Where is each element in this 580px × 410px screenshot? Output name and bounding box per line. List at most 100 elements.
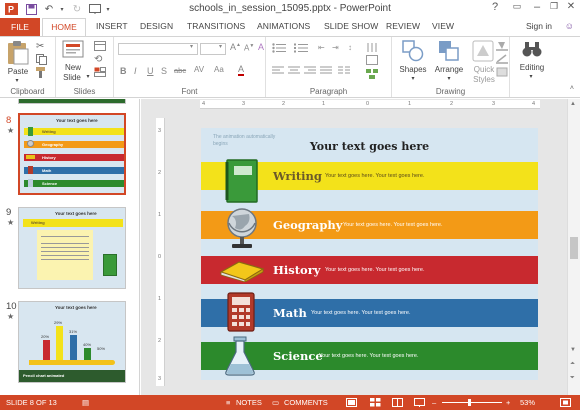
collapse-ribbon-icon[interactable]: ˄ (570, 85, 574, 92)
vertical-scrollbar[interactable]: ▲ ▼ ⏶ ⏷ (567, 99, 580, 395)
paste-button[interactable]: Paste (4, 67, 32, 76)
scroll-down-arrow-icon[interactable]: ▼ (570, 347, 576, 353)
shapes-button[interactable]: Shapes (396, 65, 430, 74)
fit-slide-icon[interactable] (560, 398, 571, 409)
ribbon-display-icon[interactable]: ▭ (506, 1, 528, 17)
arrange-button[interactable]: Arrange (430, 65, 468, 74)
reset-icon[interactable]: ⟲ (94, 54, 102, 65)
slide-thumbnail[interactable]: Your text goes here 20% 29% 31% 40% 50% … (18, 301, 126, 383)
paste-dropdown-icon[interactable]: ▾ (12, 77, 22, 84)
comments-icon[interactable]: ▭ (272, 398, 279, 407)
section-icon[interactable] (94, 67, 106, 79)
band-label: Science (273, 349, 323, 363)
shapes-dropdown-icon[interactable]: ▾ (408, 75, 418, 82)
cut-icon[interactable]: ✂ (36, 41, 44, 52)
quick-styles-icon[interactable] (472, 40, 494, 64)
tab-home[interactable]: HOME (42, 18, 86, 36)
reading-view-icon[interactable] (392, 398, 403, 409)
zoom-slider[interactable] (442, 402, 502, 403)
tab-slide-show[interactable]: SLIDE SHOW (324, 21, 378, 31)
justify-icon[interactable] (320, 66, 332, 77)
change-case-button[interactable]: Aa (214, 65, 224, 74)
previous-slide-icon[interactable]: ⏶ (570, 361, 575, 368)
text-direction-icon[interactable] (366, 41, 378, 55)
zoom-slider-thumb[interactable] (468, 399, 471, 406)
arrange-dropdown-icon[interactable]: ▾ (444, 75, 454, 82)
notes-icon[interactable]: ≡ (226, 398, 230, 407)
strikethrough-button[interactable]: abc (174, 66, 186, 75)
notes-button[interactable]: NOTES (236, 398, 262, 407)
layout-icon[interactable] (94, 41, 106, 53)
new-slide-button[interactable]: New (60, 63, 86, 72)
tab-animations[interactable]: ANIMATIONS (257, 21, 310, 31)
sign-in-link[interactable]: Sign in (526, 21, 552, 31)
thumbnail-band: Writing (24, 128, 124, 135)
slide-show-icon[interactable] (414, 398, 425, 409)
font-name-dropdown-icon[interactable]: ▾ (190, 43, 193, 50)
italic-button[interactable]: I (134, 66, 137, 76)
align-right-icon[interactable] (304, 66, 316, 77)
shape-fill-icon[interactable] (496, 41, 508, 53)
font-color-button[interactable]: A (238, 65, 245, 76)
help-icon[interactable]: ? (484, 1, 506, 17)
increase-font-size-icon[interactable]: A▲ (230, 42, 241, 52)
scroll-up-arrow-icon[interactable]: ▲ (570, 101, 576, 107)
slide-sorter-icon[interactable] (370, 398, 381, 409)
font-size-dropdown-icon[interactable]: ▾ (219, 43, 222, 50)
font-size-input[interactable] (200, 43, 226, 55)
close-button[interactable]: ✕ (560, 1, 580, 17)
font-name-input[interactable] (118, 43, 198, 55)
slide-canvas[interactable]: The animation automatically begins Your … (201, 128, 538, 380)
tab-design[interactable]: DESIGN (140, 21, 173, 31)
new-slide-dropdown-icon[interactable]: ▾ (84, 73, 92, 80)
tab-view[interactable]: VIEW (432, 21, 454, 31)
tab-file[interactable]: FILE (0, 18, 40, 36)
format-painter-icon[interactable] (36, 67, 47, 80)
line-spacing-icon[interactable]: ↕ (348, 43, 352, 52)
clear-formatting-icon[interactable]: A (258, 42, 264, 52)
vertical-ruler[interactable]: 3 2 1 0 1 2 3 (156, 118, 165, 386)
zoom-in-button[interactable]: + (506, 398, 510, 407)
paste-icon[interactable] (6, 40, 30, 68)
increase-indent-icon[interactable]: ⇥ (332, 43, 339, 52)
character-spacing-button[interactable]: AV (194, 65, 204, 74)
numbering-icon[interactable] (294, 43, 308, 55)
slide-thumbnail[interactable]: Your text goes here Writing (18, 207, 126, 289)
smartart-icon[interactable] (366, 69, 378, 81)
copy-icon[interactable] (36, 54, 47, 67)
previous-slide-thumbnail[interactable] (18, 99, 126, 104)
tab-transitions[interactable]: TRANSITIONS (187, 21, 245, 31)
shape-effects-icon[interactable] (496, 67, 508, 79)
decrease-font-size-icon[interactable]: A▼ (244, 43, 254, 53)
align-text-icon[interactable] (366, 55, 378, 67)
slide-thumbnail[interactable]: Your text goes here Writing Geography Hi… (18, 113, 126, 195)
new-slide-icon[interactable] (62, 40, 84, 62)
spell-check-icon[interactable]: ▤ (82, 398, 89, 407)
tab-insert[interactable]: INSERT (96, 21, 128, 31)
columns-icon[interactable] (338, 66, 350, 77)
decrease-indent-icon[interactable]: ⇤ (318, 43, 325, 52)
new-slide-button-label[interactable]: Slide (58, 73, 86, 82)
horizontal-ruler[interactable]: 4 3 2 1 0 1 2 3 4 (200, 100, 540, 109)
align-left-icon[interactable] (272, 66, 284, 77)
slide-title[interactable]: Your text goes here (201, 140, 538, 153)
next-slide-icon[interactable]: ⏷ (570, 375, 575, 382)
align-center-icon[interactable] (288, 66, 300, 77)
scrollbar-thumb[interactable] (570, 237, 578, 259)
editing-button[interactable]: Editing (512, 63, 552, 72)
shapes-icon[interactable] (402, 40, 424, 64)
bold-button[interactable]: B (120, 66, 127, 76)
smiley-feedback-icon[interactable]: ☺ (565, 21, 574, 31)
shape-outline-icon[interactable] (496, 54, 508, 66)
zoom-level[interactable]: 53% (520, 398, 535, 407)
zoom-out-button[interactable]: – (432, 398, 436, 407)
underline-button[interactable]: U (147, 66, 154, 76)
editing-dropdown-icon[interactable]: ▾ (526, 73, 536, 80)
tab-review[interactable]: REVIEW (386, 21, 420, 31)
binoculars-icon[interactable] (522, 40, 542, 60)
arrange-icon[interactable] (438, 40, 460, 64)
bullets-icon[interactable] (272, 43, 286, 55)
comments-button[interactable]: COMMENTS (284, 398, 328, 407)
shadow-button[interactable]: S (161, 66, 167, 76)
normal-view-icon[interactable] (346, 398, 357, 409)
